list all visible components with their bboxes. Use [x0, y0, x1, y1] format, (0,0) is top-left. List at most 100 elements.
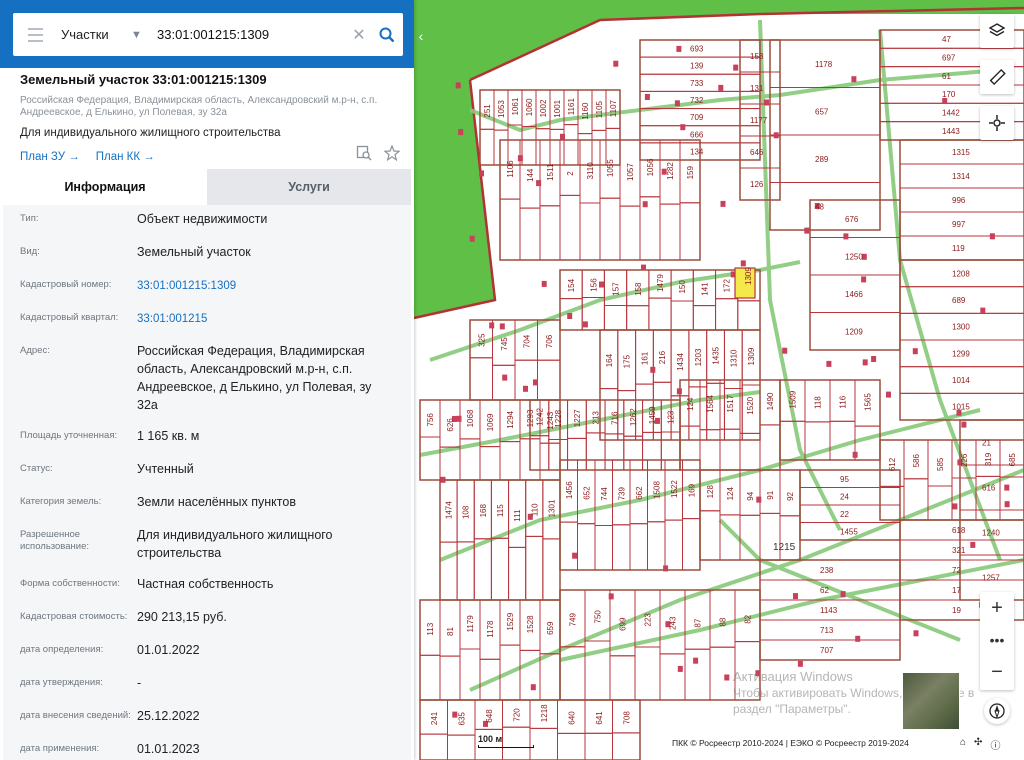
parcel-number: 1177 [750, 116, 768, 125]
building-footprint [855, 635, 861, 642]
attribute-value[interactable]: 33:01:001215 [137, 310, 411, 329]
parcel-number: 123 [667, 410, 676, 424]
parcel-number: 713 [820, 626, 834, 635]
parcel-number: 693 [690, 45, 704, 54]
parcel-number: 586 [912, 454, 921, 468]
crosshair-small-icon[interactable]: ✣ [974, 737, 982, 752]
attribute-row: Кадастровая стоимость: 290 213,15 руб. [3, 603, 411, 636]
parcel-number: 158 [750, 52, 764, 61]
parcel-number: 2 [566, 171, 575, 176]
building-footprint [517, 155, 523, 162]
parcel-number: 119 [952, 244, 965, 253]
attribute-label: Категория земель: [20, 496, 102, 507]
parcel-number: 1015 [952, 403, 970, 412]
attribute-value: 01.01.2023 [137, 742, 200, 756]
plan-kk-link[interactable]: План КК → [96, 151, 155, 163]
building-footprint [530, 684, 536, 691]
parcel-number: 22 [840, 510, 849, 519]
parcel-number: 585 [936, 457, 945, 471]
parcel-number: 87 [694, 618, 703, 627]
measure-button[interactable] [980, 60, 1014, 94]
zoom-out-button[interactable]: − [980, 656, 1014, 688]
building-footprint [970, 541, 976, 548]
tab-services[interactable]: Услуги [207, 169, 411, 205]
building-footprint [533, 379, 538, 386]
compass-button[interactable] [984, 698, 1010, 724]
building-footprint [793, 593, 798, 600]
clear-icon[interactable]: ✕ [347, 25, 371, 45]
building-footprint [613, 60, 619, 67]
parcel-number: 82 [744, 614, 753, 623]
menu-icon[interactable] [13, 13, 57, 56]
parcel-number: 241 [430, 711, 439, 725]
parcel-number: 321 [952, 546, 966, 555]
attribute-label: дата определения: [20, 644, 104, 655]
parcel-number: 1479 [656, 274, 665, 292]
parcel-number: 1301 [547, 499, 556, 517]
object-header: Земельный участок 33:01:001215:1309 Росс… [20, 72, 410, 163]
zoom-in-button[interactable]: + [980, 592, 1014, 624]
parcel-number: 652 [582, 486, 591, 500]
ruler-icon [989, 68, 1006, 86]
parcel-number: 739 [617, 487, 626, 501]
search-scope-select[interactable]: Участки [61, 27, 131, 42]
zoom-to-object-icon[interactable] [356, 145, 372, 161]
parcel-number: 113 [426, 622, 435, 635]
parcel-number: 699 [619, 617, 628, 631]
parcel-number: 150 [678, 280, 687, 294]
chevron-down-icon[interactable]: ▼ [131, 29, 157, 41]
satellite-basemap-thumbnail[interactable] [902, 672, 960, 730]
search-button[interactable] [371, 13, 403, 56]
attribute-row: дата внесения сведений: 25.12.2022 [3, 702, 411, 735]
attributes-table: Тип: Объект недвижимости Вид: Земельный уча… [3, 205, 411, 760]
parcel-number: 676 [845, 215, 859, 224]
collapse-panel-button[interactable]: ‹ [414, 24, 428, 48]
building-footprint [680, 124, 686, 131]
attribute-label: Кадастровый номер: [20, 279, 112, 290]
parcel-number: 1002 [539, 99, 548, 117]
parcel-number: 1262 [629, 408, 638, 426]
crosshair-icon [989, 115, 1005, 131]
zoom-more-button[interactable]: ••• [980, 624, 1014, 656]
parcel-number: 646 [750, 148, 764, 157]
star-icon[interactable] [384, 145, 400, 161]
attribute-label: Кадастровый квартал: [20, 312, 119, 323]
building-footprint [676, 388, 682, 395]
parcel-number: 128 [706, 485, 715, 499]
parcel-number: 1508 [652, 481, 661, 499]
attribute-row: дата утверждения: - [3, 669, 411, 702]
building-footprint [650, 366, 656, 373]
parcel-number: 1517 [726, 394, 735, 412]
parcel-number: 1455 [840, 527, 858, 536]
bottom-icons: ⌂ ✣ ⓘ [960, 737, 1000, 752]
layers-button[interactable] [980, 14, 1014, 48]
parcel-number: 24 [840, 492, 849, 501]
parcel-number: 1105 [595, 100, 604, 118]
parcel-number: 1294 [506, 410, 515, 428]
attribute-value[interactable]: 33:01:001215:1309 [137, 277, 411, 296]
home-icon[interactable]: ⌂ [960, 737, 966, 752]
info-icon[interactable]: ⓘ [990, 737, 1000, 752]
parcel-number: 81 [446, 627, 455, 636]
attribute-value: Учтенный [137, 462, 194, 476]
attribute-value: Частная собственность [137, 577, 274, 591]
attribute-value: - [137, 676, 142, 690]
parcel-number: 154 [567, 278, 576, 292]
search-input[interactable]: 33:01:001215:1309 [157, 27, 347, 42]
building-footprint [663, 565, 669, 572]
plan-zu-link[interactable]: План ЗУ → [20, 151, 80, 163]
parcel-number: 172 [723, 279, 732, 293]
parcel-number: 1310 [729, 349, 738, 367]
parcel-number: 115 [496, 504, 505, 517]
building-footprint [674, 100, 680, 107]
parcel-number: 3110 [586, 162, 595, 180]
building-footprint [952, 503, 958, 510]
attribute-row: Форма собственности: Частная собственност… [3, 570, 411, 603]
building-footprint [733, 64, 739, 71]
attribute-label: Кадастровая стоимость: [20, 611, 128, 622]
parcel-number: 1227 [573, 409, 582, 427]
parcel-number: 689 [952, 296, 966, 305]
attribute-row: дата применения: 01.01.2023 [3, 735, 411, 760]
tab-info[interactable]: Информация [3, 169, 207, 205]
locate-button[interactable] [980, 106, 1014, 140]
